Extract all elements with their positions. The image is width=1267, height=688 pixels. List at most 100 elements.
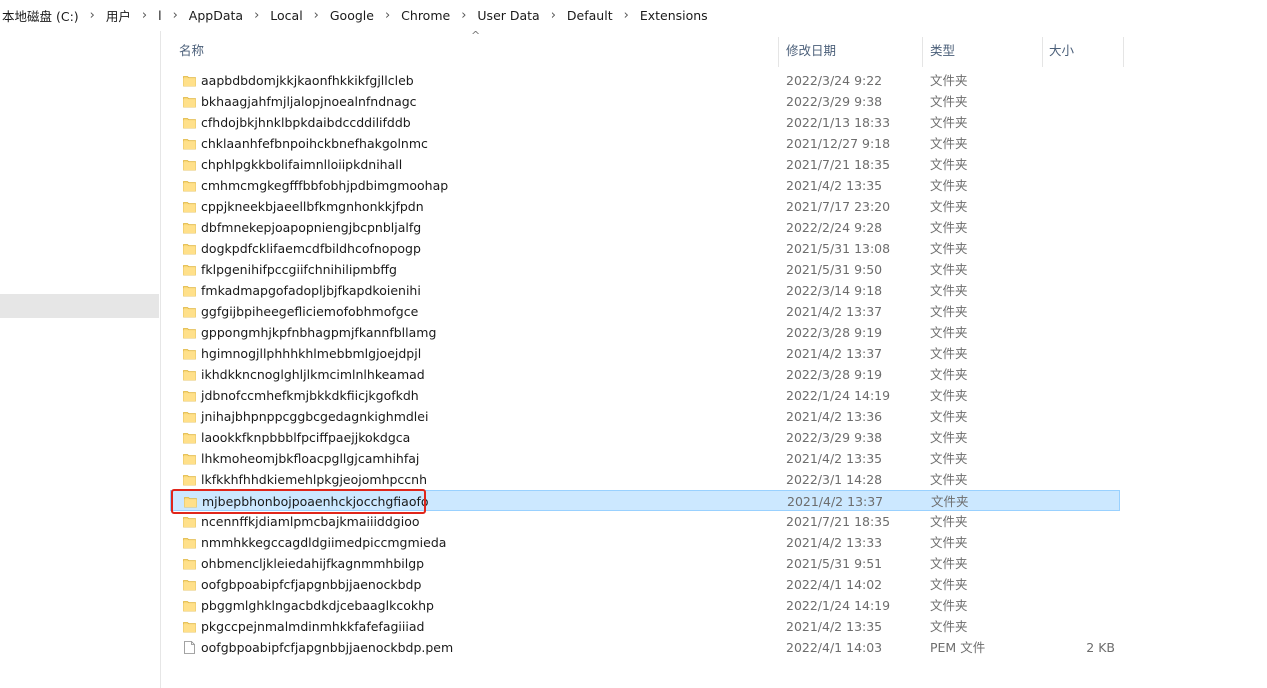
breadcrumb-item[interactable]: 本地磁盘 (C:) (0, 6, 81, 25)
file-size (1050, 259, 1115, 280)
column-header-name[interactable]: 名称 (179, 31, 204, 67)
file-name: jnihajbhpnppcggbcgedagnkighmdlei (201, 409, 429, 424)
file-size (1051, 491, 1116, 512)
file-type: 文件夹 (930, 157, 968, 172)
file-list-row[interactable]: nmmhkkegccagdldgiimedpiccmgmieda 2021/4/2… (170, 532, 1120, 553)
column-divider[interactable] (1123, 37, 1124, 67)
breadcrumb-item[interactable]: Local (268, 8, 304, 23)
file-size (1050, 343, 1115, 364)
column-header-size[interactable]: 大小 (1049, 31, 1074, 67)
folder-icon (183, 578, 196, 591)
file-list-row[interactable]: dogkpdfcklifaemcdfbildhcofnopogp 2021/5/3… (170, 238, 1120, 259)
breadcrumb-separator-icon[interactable]: › (245, 8, 268, 23)
file-size (1050, 70, 1115, 91)
file-type: 文件夹 (930, 178, 968, 193)
breadcrumb-item[interactable]: AppData (187, 8, 245, 23)
file-list-row[interactable]: oofgbpoabipfcfjapgnbbjjaenockbdp.pem 2022… (170, 637, 1120, 658)
file-date: 2022/3/28 9:19 (786, 367, 883, 382)
file-name: fmkadmapgofadopljbjfkapdkoienihi (201, 283, 421, 298)
file-list-row[interactable]: jnihajbhpnppcggbcgedagnkighmdlei 2021/4/2… (170, 406, 1120, 427)
file-list-row[interactable]: ncennffkjdiamlpmcbajkmaiiiddgioo 2021/7/2… (170, 511, 1120, 532)
file-list-row[interactable]: aapbdbdomjkkjkaonfhkkikfgjllcleb 2022/3/2… (170, 70, 1120, 91)
folder-icon (183, 431, 196, 444)
file-list-row[interactable]: cmhmcmgkegfffbbfobhjpdbimgmoohap 2021/4/2… (170, 175, 1120, 196)
file-name: pbggmlghklngacbdkdjcebaaglkcokhp (201, 598, 434, 613)
file-list-row[interactable]: chklaanhfefbnpoihckbnefhakgolnmc 2021/12/… (170, 133, 1120, 154)
file-type: 文件夹 (930, 262, 968, 277)
file-size (1050, 553, 1115, 574)
file-list-row[interactable]: cfhdojbkjhnklbpkdaibdccddilifddb 2022/1/1… (170, 112, 1120, 133)
file-size (1050, 112, 1115, 133)
file-list-row[interactable]: lhkmoheomjbkfloacpgllgjcamhihfaj 2021/4/2… (170, 448, 1120, 469)
file-list-row[interactable]: lkfkkhfhhdkiemehlpkgjeojomhpccnh 2022/3/1… (170, 469, 1120, 490)
column-divider[interactable] (778, 37, 779, 67)
breadcrumb-separator-icon[interactable]: › (615, 8, 638, 23)
file-date: 2022/3/14 9:18 (786, 283, 883, 298)
file-list-row[interactable]: ggfgijbpiheegefliciemofobhmofgce 2021/4/2… (170, 301, 1120, 322)
file-size (1050, 91, 1115, 112)
breadcrumb-item[interactable]: Default (565, 8, 615, 23)
file-size (1050, 322, 1115, 343)
file-list-row[interactable]: ikhdkkncnoglghljlkmcimlnlhkeamad 2022/3/2… (170, 364, 1120, 385)
file-date: 2021/5/31 9:51 (786, 556, 883, 571)
nav-selected-item[interactable] (0, 294, 159, 318)
file-date: 2022/3/29 9:38 (786, 94, 883, 109)
file-name: hgimnogjllphhhkhlmebbmlgjoejdpjl (201, 346, 422, 361)
file-date: 2021/4/2 13:33 (786, 535, 883, 550)
file-type: 文件夹 (930, 346, 968, 361)
breadcrumb-item[interactable]: Extensions (638, 8, 710, 23)
breadcrumb-separator-icon[interactable]: › (81, 8, 104, 23)
file-list-row[interactable]: jdbnofccmhefkmjbkkdkfiicjkgofkdh 2022/1/2… (170, 385, 1120, 406)
file-list-row[interactable]: ohbmencljkleiedahijfkagnmmhbilgp 2021/5/3… (170, 553, 1120, 574)
file-list-row[interactable]: mjbepbhonbojpoaenhckjocchgfiaofo 2021/4/2… (170, 490, 1120, 511)
file-list-row[interactable]: dbfmnekepjoapopniengjbcpnbljalfg 2022/2/2… (170, 217, 1120, 238)
file-date: 2022/3/24 9:22 (786, 73, 883, 88)
breadcrumb-item[interactable]: Chrome (399, 8, 452, 23)
file-type: 文件夹 (930, 367, 968, 382)
file-list-row[interactable]: hgimnogjllphhhkhlmebbmlgjoejdpjl 2021/4/2… (170, 343, 1120, 364)
file-type: 文件夹 (930, 325, 968, 340)
file-list-row[interactable]: gppongmhjkpfnbhagpmjfkannfbllamg 2022/3/2… (170, 322, 1120, 343)
file-type: 文件夹 (930, 199, 968, 214)
file-size (1050, 448, 1115, 469)
column-header-type[interactable]: 类型 (930, 31, 955, 67)
file-list-row[interactable]: fmkadmapgofadopljbjfkapdkoienihi 2022/3/1… (170, 280, 1120, 301)
file-name: cmhmcmgkegfffbbfobhjpdbimgmoohap (201, 178, 449, 193)
file-size (1050, 532, 1115, 553)
file-name: ikhdkkncnoglghljlkmcimlnlhkeamad (201, 367, 425, 382)
breadcrumb-item[interactable]: Google (328, 8, 376, 23)
file-date: 2022/4/1 14:02 (786, 577, 883, 592)
file-list-row[interactable]: oofgbpoabipfcfjapgnbbjjaenockbdp 2022/4/1… (170, 574, 1120, 595)
column-header-date[interactable]: 修改日期 (786, 31, 836, 67)
folder-icon (183, 116, 196, 129)
breadcrumb-separator-icon[interactable]: › (164, 8, 187, 23)
file-size (1050, 280, 1115, 301)
file-name: dogkpdfcklifaemcdfbildhcofnopogp (201, 241, 421, 256)
file-list-row[interactable]: chphlpgkkbolifaimnlloiipkdnihall 2021/7/2… (170, 154, 1120, 175)
breadcrumb-item[interactable]: l (156, 8, 163, 23)
file-list-row[interactable]: pkgccpejnmalmdinmhkkfafefagiiiad 2021/4/2… (170, 616, 1120, 637)
folder-icon (183, 179, 196, 192)
file-list-row[interactable]: fklpgenihifpccgiifchnihilipmbffg 2021/5/3… (170, 259, 1120, 280)
file-list-row[interactable]: bkhaagjahfmjljalopjnoealnfndnagc 2022/3/2… (170, 91, 1120, 112)
breadcrumb-separator-icon[interactable]: › (542, 8, 565, 23)
file-size (1050, 238, 1115, 259)
breadcrumb-separator-icon[interactable]: › (133, 8, 156, 23)
navigation-pane[interactable] (0, 31, 161, 688)
file-type: 文件夹 (930, 388, 968, 403)
folder-icon (183, 137, 196, 150)
file-size (1050, 385, 1115, 406)
breadcrumb-separator-icon[interactable]: › (305, 8, 328, 23)
breadcrumb-separator-icon[interactable]: › (376, 8, 399, 23)
file-list-row[interactable]: pbggmlghklngacbdkdjcebaaglkcokhp 2022/1/2… (170, 595, 1120, 616)
breadcrumb-item[interactable]: 用户 (104, 6, 133, 25)
breadcrumb-item[interactable]: User Data (475, 8, 541, 23)
file-size (1050, 616, 1115, 637)
file-type: 文件夹 (930, 619, 968, 634)
breadcrumb-separator-icon[interactable]: › (452, 8, 475, 23)
file-list-row[interactable]: laookkfknpbbblfpciffpaejjkokdgca 2022/3/2… (170, 427, 1120, 448)
file-size (1050, 406, 1115, 427)
column-divider[interactable] (1042, 37, 1043, 67)
file-list-row[interactable]: cppjkneekbjaeellbfkmgnhonkkjfpdn 2021/7/1… (170, 196, 1120, 217)
column-divider[interactable] (922, 37, 923, 67)
